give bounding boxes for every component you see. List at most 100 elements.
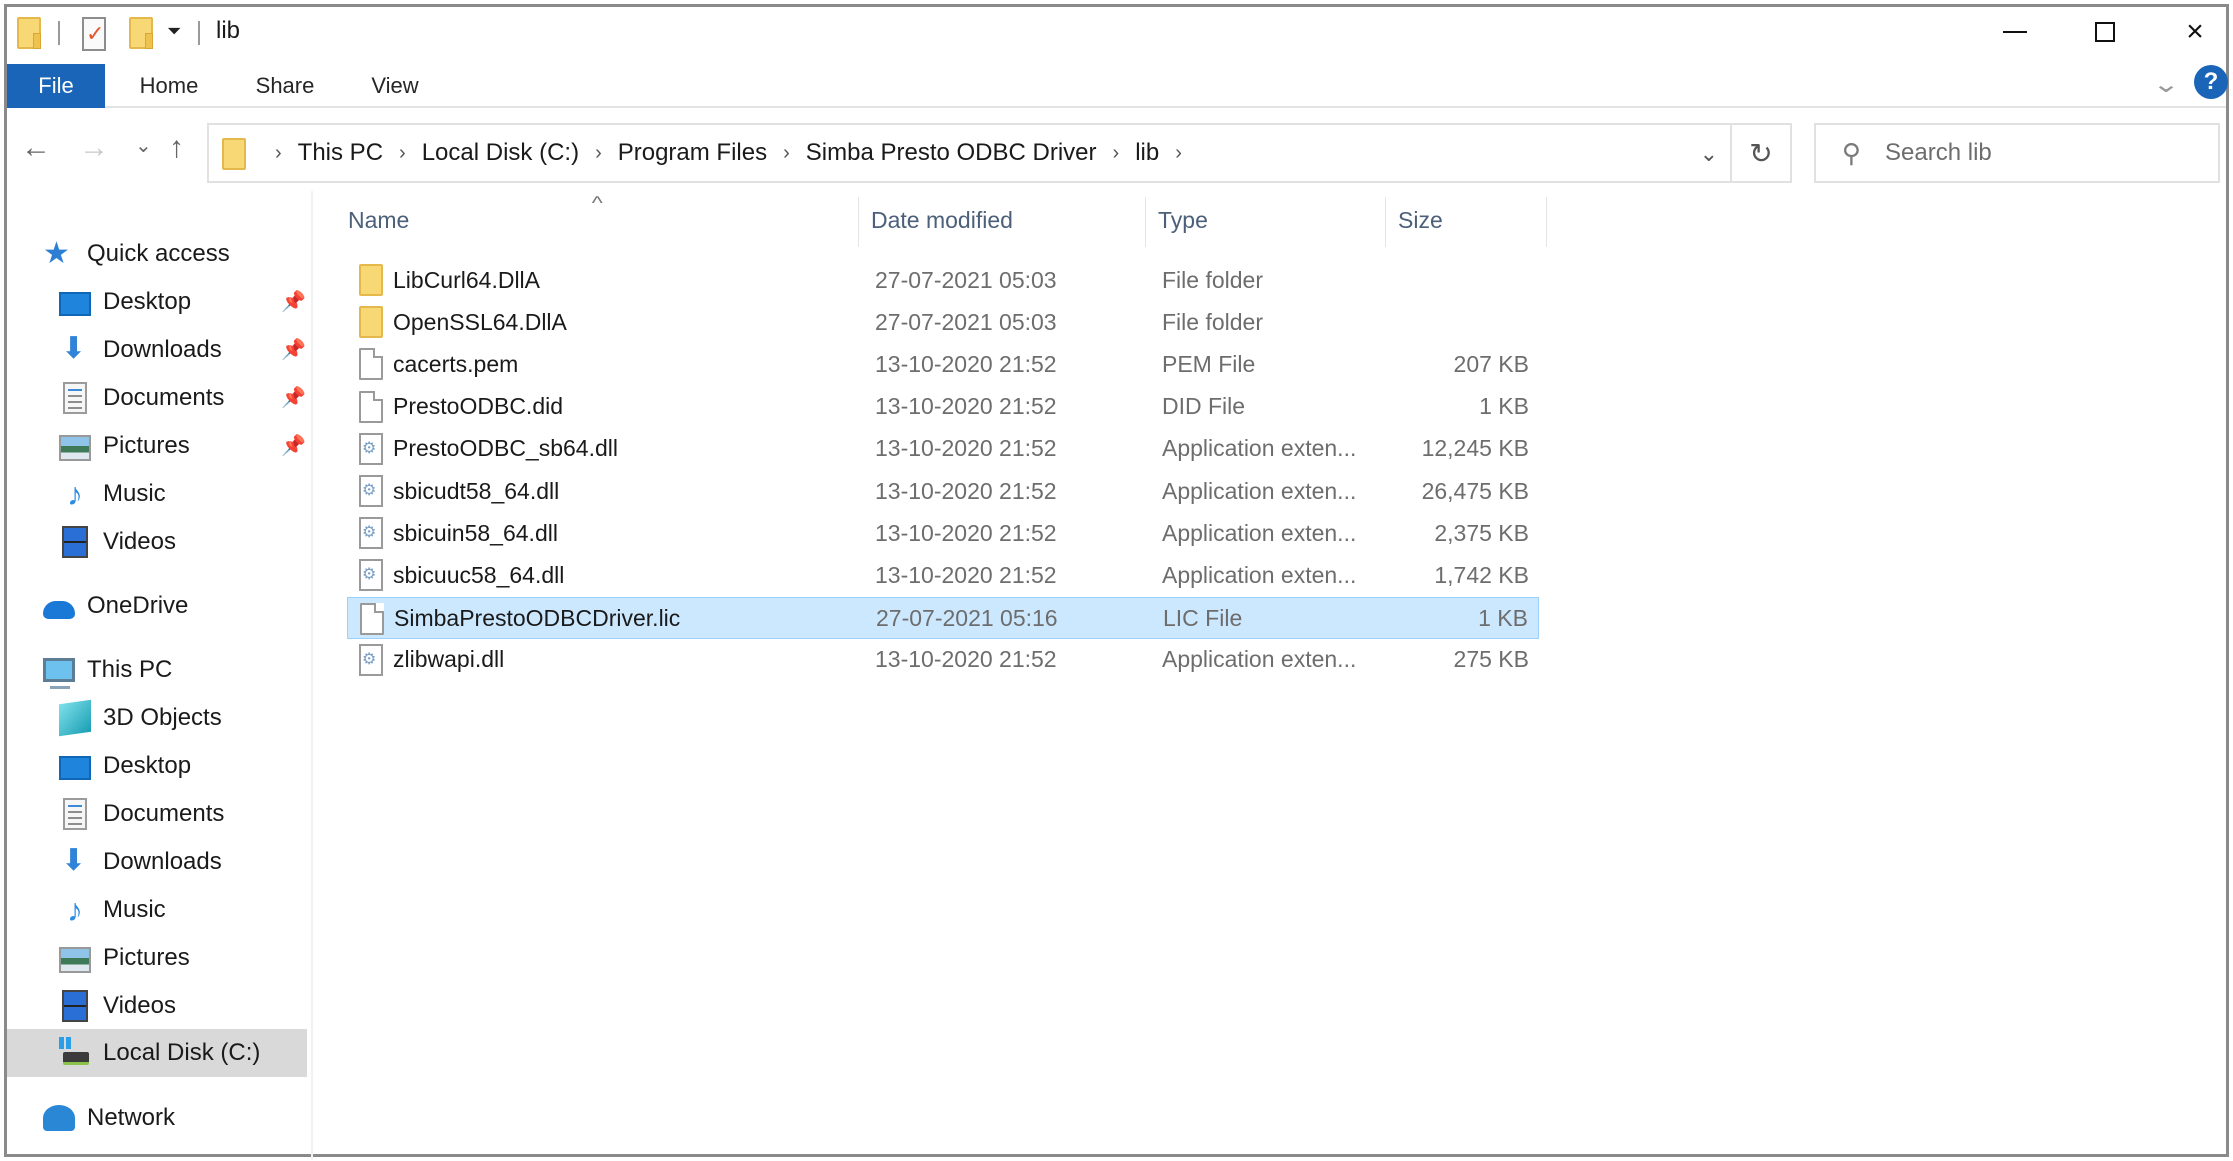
address-dropdown-icon[interactable]: ⌄ bbox=[1700, 141, 1718, 167]
file-date-modified: 13-10-2020 21:52 bbox=[875, 519, 1057, 546]
sidebar-item-3d-objects[interactable]: 3D Objects bbox=[7, 695, 307, 741]
file-row[interactable]: sbicudt58_64.dll 13-10-2020 21:52 Applicat… bbox=[347, 470, 1539, 512]
expand-ribbon-icon[interactable]: ⌄ bbox=[2152, 70, 2180, 99]
pane-divider[interactable] bbox=[311, 191, 313, 1160]
help-button[interactable]: ? bbox=[2194, 65, 2228, 99]
sidebar-item-pc-videos[interactable]: Videos bbox=[7, 983, 307, 1029]
close-button[interactable]: × bbox=[2150, 7, 2233, 57]
file-size: 12,245 KB bbox=[1421, 435, 1529, 462]
sidebar-item-downloads[interactable]: Downloads 📌 bbox=[7, 327, 307, 373]
file-size: 1 KB bbox=[1478, 605, 1528, 632]
minimize-button[interactable] bbox=[1970, 7, 2060, 57]
sidebar-item-network[interactable]: Network bbox=[7, 1095, 307, 1141]
pin-icon[interactable]: 📌 bbox=[281, 337, 307, 363]
column-header-size[interactable]: Size bbox=[1398, 207, 1443, 234]
pin-icon[interactable]: 📌 bbox=[281, 289, 307, 315]
up-button[interactable]: ↑ bbox=[169, 133, 184, 163]
properties-icon[interactable] bbox=[82, 17, 106, 51]
file-type: Application exten... bbox=[1162, 477, 1357, 504]
sidebar-item-pc-desktop[interactable]: Desktop bbox=[7, 743, 307, 789]
column-divider[interactable] bbox=[858, 197, 859, 247]
file-row[interactable]: OpenSSL64.DllA 27-07-2021 05:03 File folde… bbox=[347, 301, 1539, 343]
sidebar-item-pc-music[interactable]: ♪ Music bbox=[7, 887, 307, 933]
sidebar-item-this-pc[interactable]: This PC bbox=[7, 647, 307, 693]
sidebar-item-videos[interactable]: Videos bbox=[7, 519, 307, 565]
breadcrumb-program-files[interactable]: Program Files bbox=[618, 139, 767, 167]
sidebar-item-quick-access[interactable]: ★ Quick access bbox=[7, 231, 307, 277]
back-button[interactable]: ← bbox=[21, 133, 51, 163]
file-type: File folder bbox=[1162, 308, 1263, 335]
column-header-type[interactable]: Type bbox=[1158, 207, 1208, 234]
sidebar-item-label: Documents bbox=[103, 800, 225, 827]
sidebar-item-desktop[interactable]: Desktop 📌 bbox=[7, 279, 307, 325]
tab-view[interactable]: View bbox=[347, 64, 443, 108]
separator bbox=[58, 21, 60, 45]
column-header-name[interactable]: Name bbox=[348, 207, 409, 234]
refresh-button[interactable]: ↻ bbox=[1730, 123, 1792, 183]
breadcrumb-local-disk[interactable]: Local Disk (C:) bbox=[422, 139, 579, 167]
close-icon: × bbox=[2186, 15, 2204, 48]
file-name: cacerts.pem bbox=[393, 350, 519, 377]
file-row[interactable]: LibCurl64.DllA 27-07-2021 05:03 File folde… bbox=[347, 259, 1539, 301]
tab-file[interactable]: File bbox=[7, 64, 105, 108]
sidebar-item-label: Quick access bbox=[87, 240, 230, 267]
file-row[interactable]: cacerts.pem 13-10-2020 21:52 PEM File 207 K… bbox=[347, 343, 1539, 385]
file-date-modified: 13-10-2020 21:52 bbox=[875, 350, 1057, 377]
sidebar-item-label: Pictures bbox=[103, 432, 190, 459]
search-input[interactable]: Search lib bbox=[1885, 139, 1992, 167]
customize-quick-access-icon[interactable]: ⏷ bbox=[167, 21, 181, 42]
pin-icon[interactable]: 📌 bbox=[281, 433, 307, 459]
chevron-right-icon[interactable]: › bbox=[595, 142, 602, 165]
file-type: PEM File bbox=[1162, 350, 1256, 377]
search-icon: ⚲ bbox=[1842, 137, 1862, 168]
sidebar-item-local-disk[interactable]: Local Disk (C:) bbox=[7, 1029, 307, 1077]
new-folder-icon[interactable] bbox=[129, 17, 153, 49]
column-header-date-modified[interactable]: Date modified bbox=[871, 207, 1013, 234]
sidebar-item-documents[interactable]: Documents 📌 bbox=[7, 375, 307, 421]
pin-icon[interactable]: 📌 bbox=[281, 385, 307, 411]
chevron-right-icon[interactable]: › bbox=[399, 142, 406, 165]
sidebar-item-pc-pictures[interactable]: Pictures bbox=[7, 935, 307, 981]
sidebar-item-music[interactable]: ♪ Music bbox=[7, 471, 307, 517]
recent-locations-button[interactable]: ⌄ bbox=[135, 131, 152, 161]
sidebar-item-pc-documents[interactable]: Documents bbox=[7, 791, 307, 837]
file-row[interactable]: PrestoODBC_sb64.dll 13-10-2020 21:52 Appli… bbox=[347, 428, 1539, 470]
file-row[interactable]: SimbaPrestoODBCDriver.lic 27-07-2021 05:1… bbox=[347, 596, 1539, 639]
chevron-right-icon[interactable]: › bbox=[1175, 142, 1182, 165]
file-name: SimbaPrestoODBCDriver.lic bbox=[394, 605, 681, 632]
file-name: sbicuuc58_64.dll bbox=[393, 561, 565, 588]
dll-file-icon bbox=[359, 432, 383, 465]
sidebar-item-pc-downloads[interactable]: Downloads bbox=[7, 839, 307, 885]
column-divider[interactable] bbox=[1385, 197, 1386, 247]
file-type: LIC File bbox=[1163, 605, 1243, 632]
forward-button[interactable]: → bbox=[79, 133, 109, 163]
breadcrumb-this-pc[interactable]: This PC bbox=[298, 139, 383, 167]
chevron-right-icon[interactable]: › bbox=[1113, 142, 1120, 165]
tab-share[interactable]: Share bbox=[233, 64, 337, 108]
column-divider[interactable] bbox=[1546, 197, 1547, 247]
column-divider[interactable] bbox=[1145, 197, 1146, 247]
breadcrumb: › This PC › Local Disk (C:) › Program Fi… bbox=[259, 125, 1198, 181]
file-date-modified: 13-10-2020 21:52 bbox=[875, 393, 1057, 420]
file-size: 275 KB bbox=[1453, 646, 1529, 673]
file-row[interactable]: zlibwapi.dll 13-10-2020 21:52 Application … bbox=[347, 639, 1539, 681]
file-row[interactable]: sbicuin58_64.dll 13-10-2020 21:52 Applicat… bbox=[347, 512, 1539, 554]
breadcrumb-lib[interactable]: lib bbox=[1135, 139, 1159, 167]
file-row[interactable]: PrestoODBC.did 13-10-2020 21:52 DID File 1 … bbox=[347, 386, 1539, 428]
chevron-right-icon[interactable]: › bbox=[275, 142, 282, 165]
file-date-modified: 27-07-2021 05:03 bbox=[875, 308, 1057, 335]
sidebar-item-label: Network bbox=[87, 1104, 176, 1131]
tab-home[interactable]: Home bbox=[117, 64, 221, 108]
sidebar-item-label: Videos bbox=[103, 992, 176, 1019]
sidebar-item-pictures[interactable]: Pictures 📌 bbox=[7, 423, 307, 469]
search-box[interactable]: ⚲ Search lib bbox=[1814, 123, 2220, 183]
address-bar[interactable]: › This PC › Local Disk (C:) › Program Fi… bbox=[207, 123, 1732, 183]
maximize-button[interactable] bbox=[2060, 7, 2150, 57]
file-size: 2,375 KB bbox=[1434, 519, 1529, 546]
chevron-right-icon[interactable]: › bbox=[783, 142, 790, 165]
breadcrumb-simba-presto[interactable]: Simba Presto ODBC Driver bbox=[806, 139, 1097, 167]
file-name: OpenSSL64.DllA bbox=[393, 308, 567, 335]
file-size: 1 KB bbox=[1479, 393, 1529, 420]
sidebar-item-onedrive[interactable]: OneDrive bbox=[7, 583, 307, 629]
file-row[interactable]: sbicuuc58_64.dll 13-10-2020 21:52 Applicat… bbox=[347, 554, 1539, 596]
